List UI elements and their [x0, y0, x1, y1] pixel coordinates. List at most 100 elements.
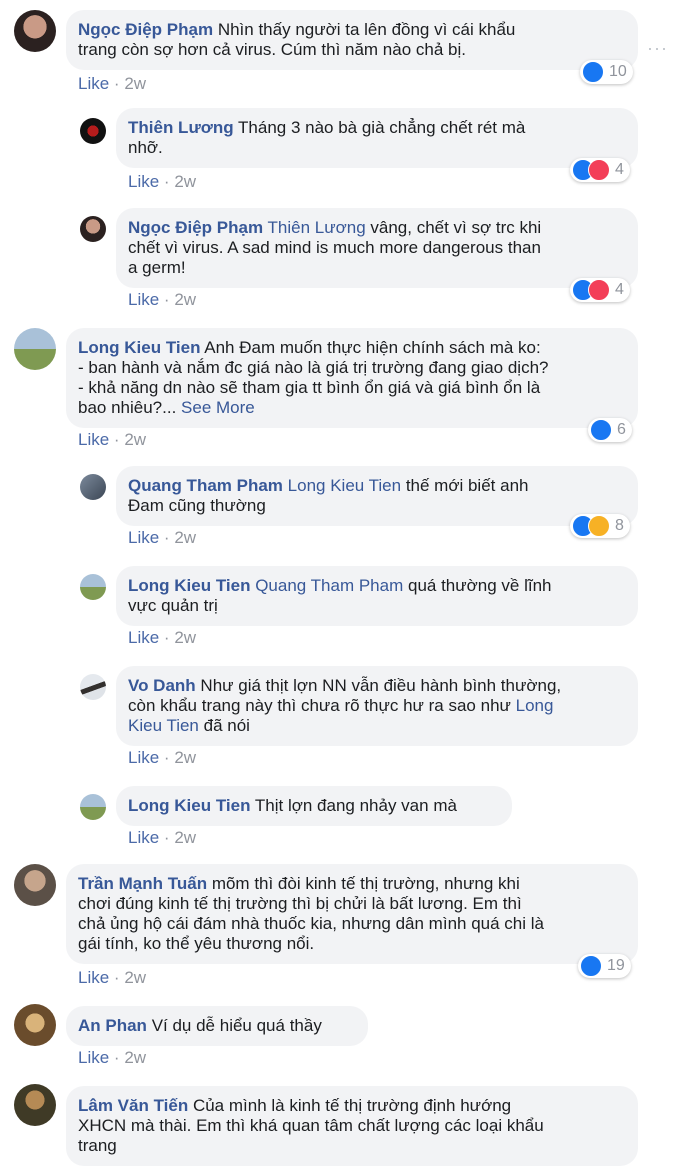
timestamp[interactable]: 2w [174, 628, 196, 647]
timestamp[interactable]: 2w [174, 172, 196, 191]
avatar[interactable] [80, 794, 106, 820]
avatar[interactable] [80, 474, 106, 500]
comment-meta: Like · 2w [78, 1048, 146, 1068]
more-options-icon[interactable]: ··· [647, 38, 668, 59]
comment-text: Ví dụ dễ hiểu quá thầy [151, 1016, 322, 1035]
avatar[interactable] [14, 328, 56, 370]
like-button[interactable]: Like [128, 828, 159, 847]
comment-author[interactable]: Long Kieu Tien [128, 796, 250, 815]
reaction-summary[interactable]: 8 [570, 514, 630, 538]
comment-meta: Like · 2w [78, 968, 146, 988]
mention-link[interactable]: Thiên Lương [268, 218, 366, 237]
like-button[interactable]: Like [128, 748, 159, 767]
comment-text: bao nhiêu?... [78, 398, 177, 417]
comment-text: Anh Đam muốn thực hiện chính sách mà ko: [204, 338, 541, 357]
comment-text: trang [78, 1136, 117, 1155]
comment-author[interactable]: Ngọc Điệp Phạm [128, 218, 263, 237]
comment-text: quá thường về lĩnh [407, 576, 552, 595]
comment-meta: Like · 2w [78, 74, 146, 94]
like-button[interactable]: Like [78, 1048, 109, 1067]
comment-text: nhỡ. [128, 138, 163, 157]
comment-bubble: Thiên Lương Tháng 3 nào bà già chẳng chế… [116, 108, 638, 168]
comment-author[interactable]: Trần Mạnh Tuấn [78, 874, 207, 893]
timestamp[interactable]: 2w [124, 430, 146, 449]
comment-text: đã nói [203, 716, 250, 735]
timestamp[interactable]: 2w [174, 828, 196, 847]
comment-text: trang còn sợ hơn cả virus. Cúm thì năm n… [78, 40, 466, 59]
reaction-count: 6 [617, 421, 626, 438]
like-button[interactable]: Like [128, 290, 159, 309]
timestamp[interactable]: 2w [174, 748, 196, 767]
comment-author[interactable]: Long Kieu Tien [78, 338, 200, 357]
timestamp[interactable]: 2w [124, 74, 146, 93]
like-button[interactable]: Like [128, 628, 159, 647]
timestamp[interactable]: 2w [174, 528, 196, 547]
comment-bubble: Long Kieu Tien Quang Tham Pham quá thườn… [116, 566, 638, 626]
comment-author[interactable]: Long Kieu Tien [128, 576, 250, 595]
separator: · [113, 968, 120, 987]
comment-author[interactable]: Vo Danh [128, 676, 196, 695]
like-button[interactable]: Like [78, 74, 109, 93]
reaction-summary[interactable]: 10 [580, 60, 633, 84]
like-button[interactable]: Like [78, 430, 109, 449]
reaction-count: 4 [615, 281, 624, 298]
separator: · [163, 172, 170, 191]
comment-bubble: Ngọc Điệp Phạm Thiên Lương vâng, chết vì… [116, 208, 638, 288]
reaction-summary[interactable]: 4 [570, 158, 630, 182]
comment-text: vực quản trị [128, 596, 218, 615]
comment-author[interactable]: Ngọc Điệp Phạm [78, 20, 213, 39]
avatar[interactable] [80, 674, 106, 700]
separator: · [163, 290, 170, 309]
comment-text: gái tính, ko thể yêu thương nổi. [78, 934, 315, 953]
comment-text: Như giá thịt lợn NN vẫn điều hành bình t… [200, 676, 562, 695]
like-button[interactable]: Like [128, 528, 159, 547]
separator: · [163, 748, 170, 767]
mention-link[interactable]: Long [516, 696, 554, 715]
separator: · [113, 74, 120, 93]
comment-bubble: Lâm Văn Tiến Của mình là kinh tế thị trư… [66, 1086, 638, 1166]
avatar[interactable] [14, 864, 56, 906]
comment-text: mõm thì đòi kinh tế thị trường, nhưng kh… [211, 874, 520, 893]
timestamp[interactable]: 2w [124, 1048, 146, 1067]
comment-author[interactable]: Lâm Văn Tiến [78, 1096, 188, 1115]
like-reaction-icon [580, 955, 602, 977]
timestamp[interactable]: 2w [124, 968, 146, 987]
reaction-count: 4 [615, 161, 624, 178]
comment-author[interactable]: An Phan [78, 1016, 147, 1035]
comment-text: chả ủng hộ cái đám nhà thuốc kia, nhưng … [78, 914, 544, 933]
separator: · [113, 430, 120, 449]
comment-text: - khả năng dn nào sẽ tham gia tt bình ổn… [78, 378, 541, 397]
comment-bubble: Quang Tham Pham Long Kieu Tien thế mới b… [116, 466, 638, 526]
comment-author[interactable]: Quang Tham Pham [128, 476, 283, 495]
mention-link[interactable]: Long Kieu Tien [288, 476, 401, 495]
reaction-summary[interactable]: 19 [578, 954, 631, 978]
avatar[interactable] [80, 574, 106, 600]
mention-link[interactable]: Kieu Tien [128, 716, 199, 735]
like-reaction-icon [582, 61, 604, 83]
avatar[interactable] [14, 1004, 56, 1046]
reaction-summary[interactable]: 6 [588, 418, 632, 442]
mention-link[interactable]: Quang Tham Pham [255, 576, 403, 595]
like-reaction-icon [590, 419, 612, 441]
see-more-link[interactable]: See More [181, 398, 255, 417]
reaction-count: 8 [615, 517, 624, 534]
comment-text: chết vì virus. A sad mind is much more d… [128, 238, 541, 257]
comment-text: thế mới biết anh [405, 476, 529, 495]
comment-author[interactable]: Thiên Lương [128, 118, 234, 137]
comment-meta: Like · 2w [128, 748, 196, 768]
love-reaction-icon [588, 159, 610, 181]
like-button[interactable]: Like [128, 172, 159, 191]
avatar[interactable] [80, 216, 106, 242]
comment-text: a germ! [128, 258, 186, 277]
avatar[interactable] [14, 1084, 56, 1126]
avatar[interactable] [14, 10, 56, 52]
separator: · [163, 628, 170, 647]
timestamp[interactable]: 2w [174, 290, 196, 309]
comment-text: Nhìn thấy người ta lên đồng vì cái khẩu [217, 20, 516, 39]
like-button[interactable]: Like [78, 968, 109, 987]
separator: · [163, 528, 170, 547]
comment-meta: Like · 2w [128, 290, 196, 310]
avatar[interactable] [80, 118, 106, 144]
comment-meta: Like · 2w [128, 528, 196, 548]
reaction-summary[interactable]: 4 [570, 278, 630, 302]
